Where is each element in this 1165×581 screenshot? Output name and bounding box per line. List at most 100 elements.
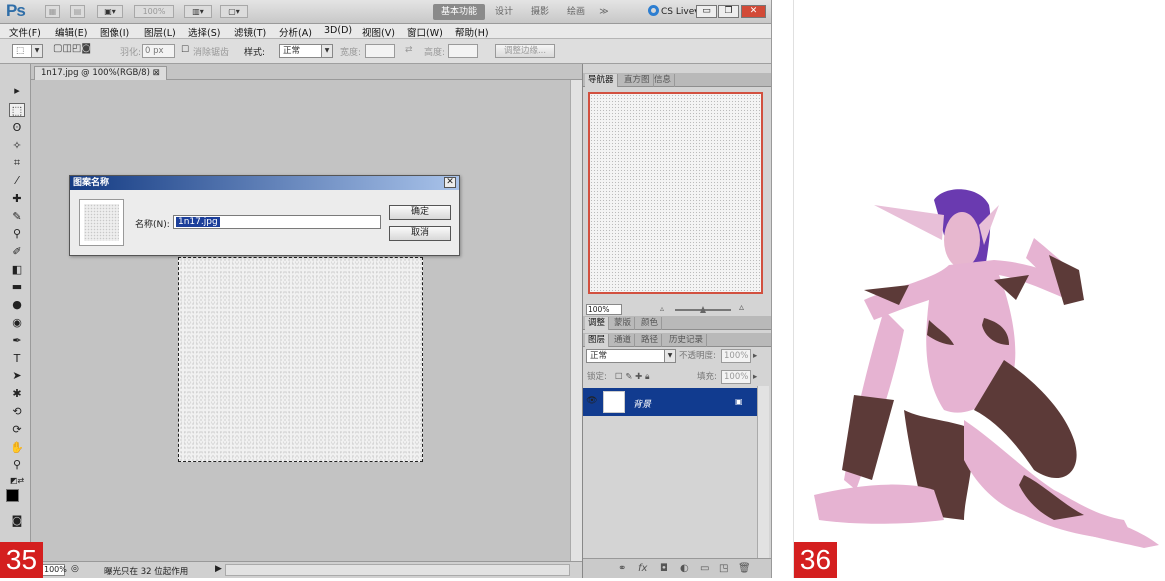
menu-edit[interactable]: 编辑(E) [55,25,87,39]
fill-input[interactable]: 100% [721,370,751,384]
opacity-input[interactable]: 100% [721,349,751,363]
ok-button[interactable]: 确定 [389,205,451,220]
status-menu-arrow-icon[interactable]: ▶ [215,564,222,574]
workspace-more[interactable]: ≫ [594,4,614,20]
swap-icon[interactable]: ⇄ [405,45,413,55]
crop-tool-icon[interactable]: ⌗ [9,156,25,170]
layer-mask-icon[interactable]: ◘ [660,563,668,574]
document-tab[interactable]: 1n17.jpg @ 100%(RGB/8) ⊠ [34,66,167,80]
zoom-level-select[interactable]: 100% [134,5,174,18]
menu-select[interactable]: 选择(S) [188,25,220,39]
cs-live-button[interactable]: CS Live▾ [648,5,699,17]
3d-orbit-tool-icon[interactable]: ⟳ [9,423,25,437]
menu-image[interactable]: 图像(I) [100,25,129,39]
dodge-tool-icon[interactable]: ◉ [9,316,25,330]
canvas-scrollbar[interactable] [570,80,582,561]
navigator-zoom-field[interactable]: 100% [586,304,622,315]
tab-color[interactable]: 颜色 [638,317,663,330]
lasso-tool-icon[interactable]: ʘ [9,121,25,135]
minibridge-icon[interactable]: ▤ [70,5,85,18]
menu-window[interactable]: 窗口(W) [407,25,443,39]
texture-document[interactable] [178,257,423,462]
close-button[interactable]: ✕ [741,5,766,18]
new-layer-icon[interactable]: ◳ [719,563,728,574]
eraser-tool-icon[interactable]: ◧ [9,263,25,277]
pen-tool-icon[interactable]: ✒ [9,334,25,348]
tab-paths[interactable]: 路径 [638,334,663,347]
menu-analysis[interactable]: 分析(A) [279,25,312,39]
menu-layer[interactable]: 图层(L) [144,25,176,39]
canvas-area[interactable] [31,80,570,561]
workspace-painting[interactable]: 绘画 [562,4,590,20]
menu-file[interactable]: 文件(F) [9,25,41,39]
navigator-preview[interactable] [588,92,763,294]
healing-brush-tool-icon[interactable]: ✚ [9,192,25,206]
clone-stamp-tool-icon[interactable]: ⚲ [9,227,25,241]
bridge-icon[interactable]: ▦ [45,5,60,18]
history-brush-tool-icon[interactable]: ✐ [9,245,25,259]
tool-preset-picker[interactable]: ⬚ ▼ [12,44,43,58]
refine-edge-button[interactable]: 调整边缘... [495,44,555,58]
workspace-design[interactable]: 设计 [490,4,518,20]
blur-tool-icon[interactable]: ● [9,298,25,312]
3d-rotate-tool-icon[interactable]: ⟲ [9,405,25,419]
fill-arrow-icon[interactable]: ▸ [753,370,757,384]
menu-view[interactable]: 视图(V) [362,25,395,39]
default-colors-icon[interactable]: ◩⇄ [9,474,25,488]
tab-info[interactable]: 信息 [651,74,676,87]
tab-masks[interactable]: 蒙版 [611,317,636,330]
restore-button[interactable]: ❐ [718,5,739,18]
marquee-tool-icon[interactable]: ⬚ [9,103,25,117]
type-tool-icon[interactable]: T [9,352,25,366]
delete-layer-icon[interactable]: 🗑︎ [738,563,751,574]
hand-tool-icon[interactable]: ✋ [9,441,25,455]
zoom-out-icon[interactable]: ▵ [660,304,664,313]
selection-mode-icons[interactable]: ▢◫◰◙ [53,43,91,54]
path-selection-tool-icon[interactable]: ➤ [9,369,25,383]
opacity-arrow-icon[interactable]: ▸ [753,349,757,363]
workspace-photography[interactable]: 摄影 [526,4,554,20]
foreground-color-swatch[interactable] [6,489,19,502]
minimize-button[interactable]: ▭ [696,5,717,18]
horizontal-scrollbar[interactable] [225,564,570,576]
tab-navigator[interactable]: 导航器 [585,74,618,87]
width-input[interactable] [365,44,395,58]
status-info-icon[interactable]: ◎ [71,564,79,574]
tab-history[interactable]: 历史记录 [666,334,708,347]
feather-input[interactable]: 0 px [142,44,175,58]
tab-adjustments[interactable]: 调整 [585,317,610,330]
quick-select-tool-icon[interactable]: ✧ [9,139,25,153]
dialog-close-button[interactable]: ✕ [444,177,456,188]
arrange-documents-icon[interactable]: ▥▾ [184,5,212,18]
style-select[interactable]: 正常 ▼ [279,44,333,58]
antialias-checkbox[interactable]: ☐ [181,45,189,55]
menu-filter[interactable]: 滤镜(T) [234,25,266,39]
move-tool-icon[interactable]: ▸ [9,84,25,98]
menu-help[interactable]: 帮助(H) [455,25,489,39]
layers-scrollbar[interactable] [757,386,769,562]
pattern-name-input[interactable]: 1n17.jpg [173,215,381,229]
quick-mask-icon[interactable]: ◙ [9,514,25,528]
close-icon[interactable]: ⊠ [153,68,160,78]
group-icon[interactable]: ▭ [700,563,709,574]
height-input[interactable] [448,44,478,58]
workspace-essentials[interactable]: 基本功能 [433,4,485,20]
cancel-button[interactable]: 取消 [389,226,451,241]
status-zoom-field[interactable]: 100% [41,564,67,576]
tab-histogram[interactable]: 直方图 [621,74,654,87]
tab-layers[interactable]: 图层 [585,334,610,347]
eyedropper-tool-icon[interactable]: ⁄ [9,174,25,188]
navigator-zoom-slider[interactable] [675,306,731,313]
tab-channels[interactable]: 通道 [611,334,636,347]
shape-tool-icon[interactable]: ✱ [9,387,25,401]
view-extras-icon[interactable]: ▣▾ [97,5,123,18]
screen-mode-icon[interactable]: ▢▾ [220,5,248,18]
gradient-tool-icon[interactable]: ▬ [9,280,25,294]
menu-3d[interactable]: 3D(D) [324,25,352,36]
adjustment-layer-icon[interactable]: ◐ [680,563,689,574]
lock-icons[interactable]: ☐ ✎ ✚ 🔒︎ [615,370,650,384]
blend-mode-select[interactable]: 正常 ▼ [586,349,676,363]
brush-tool-icon[interactable]: ✎ [9,210,25,224]
layer-style-icon[interactable]: fx [638,563,647,574]
eye-icon[interactable]: 👁︎ [585,394,599,408]
